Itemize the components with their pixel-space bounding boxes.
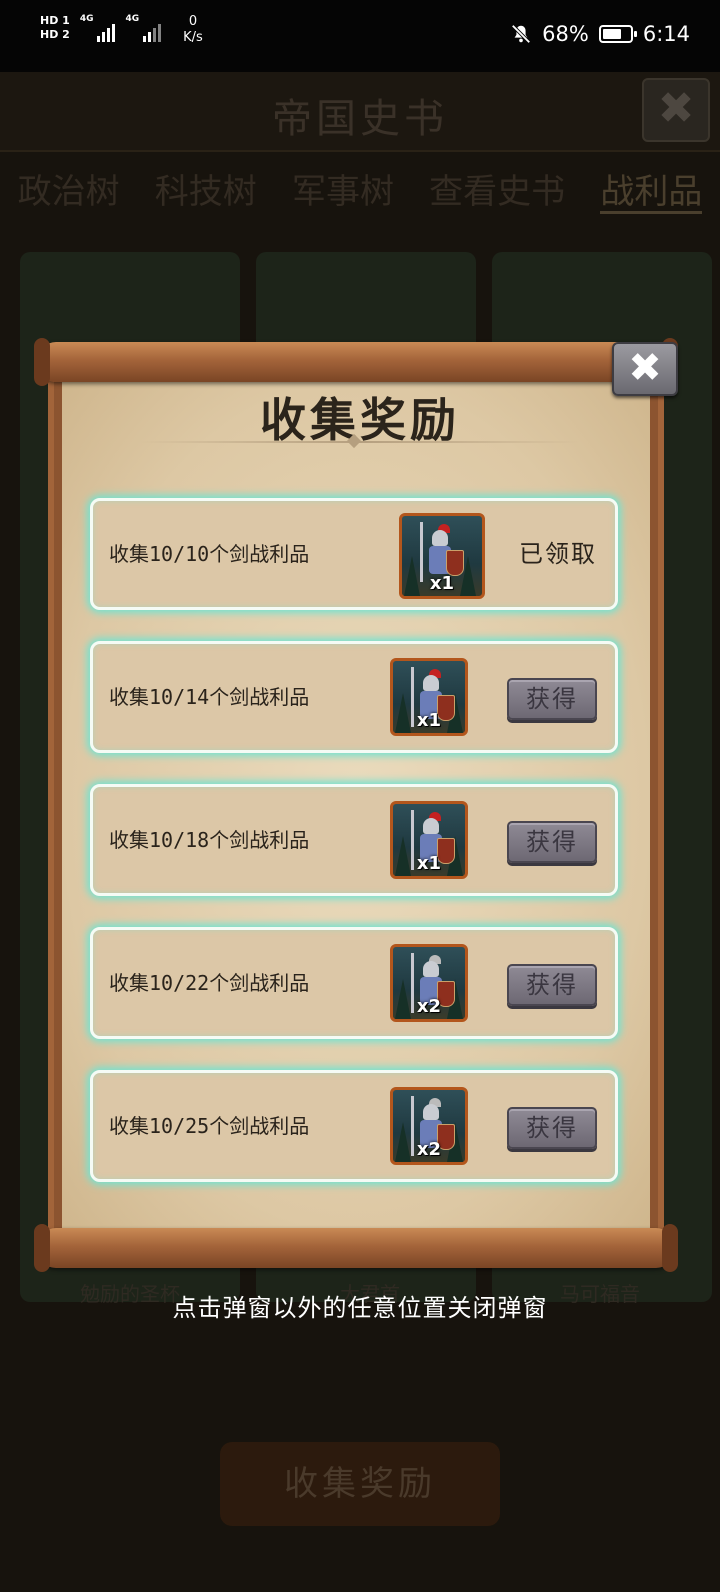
sword-knight-icon: x1 bbox=[390, 801, 468, 879]
reward-condition: 收集10/22个剑战利品 bbox=[109, 971, 310, 995]
battery-percent: 68% bbox=[542, 22, 589, 46]
background-title: 帝国史书 bbox=[272, 96, 448, 142]
reward-row: 收集10/22个剑战利品 x2 获得 bbox=[90, 927, 618, 1039]
status-right: 68% 6:14 bbox=[510, 22, 690, 46]
battery-icon bbox=[598, 25, 637, 43]
scroll-rod-bottom bbox=[34, 1224, 678, 1272]
tab-politics[interactable]: 政治树 bbox=[18, 164, 120, 214]
battery-level-fill bbox=[602, 29, 621, 39]
mute-bell-icon bbox=[511, 24, 531, 44]
reward-condition: 收集10/14个剑战利品 bbox=[109, 685, 310, 709]
reward-quantity: x1 bbox=[416, 710, 442, 731]
claim-button[interactable]: 获得 bbox=[507, 821, 597, 863]
claimed-status: 已领取 bbox=[519, 540, 597, 568]
background-tabs: 政治树 科技树 军事树 查看史书 战利品 bbox=[0, 164, 720, 214]
reward-quantity: x2 bbox=[416, 1139, 442, 1160]
tab-history-book[interactable]: 查看史书 bbox=[429, 164, 565, 214]
claim-button[interactable]: 获得 bbox=[507, 964, 597, 1006]
reward-quantity: x1 bbox=[416, 853, 442, 874]
background-collect-button[interactable]: 收集奖励 bbox=[220, 1442, 500, 1526]
status-left: HD 1 HD 2 4G 4G 0 K/s bbox=[40, 14, 203, 46]
reward-condition: 收集10/25个剑战利品 bbox=[109, 1114, 310, 1138]
net-gen-label: 4G bbox=[79, 14, 94, 24]
net-speed-value: 0 bbox=[188, 14, 198, 29]
reward-condition: 收集10/18个剑战利品 bbox=[109, 828, 310, 852]
reward-condition: 收集10/10个剑战利品 bbox=[109, 542, 310, 566]
sword-knight-icon: x2 bbox=[390, 1087, 468, 1165]
tab-technology[interactable]: 科技树 bbox=[155, 164, 257, 214]
reward-row: 收集10/10个剑战利品 x1 已领取 bbox=[90, 498, 618, 610]
net-speed-unit: K/s bbox=[183, 30, 203, 45]
sword-knight-icon: x1 bbox=[399, 513, 485, 599]
reward-quantity: x1 bbox=[429, 573, 455, 594]
sword-knight-icon: x2 bbox=[390, 944, 468, 1022]
network-speed: 0 K/s bbox=[183, 14, 203, 46]
tab-military[interactable]: 军事树 bbox=[292, 164, 394, 214]
background-header: 帝国史书 ✖ bbox=[0, 72, 720, 152]
signal-icon: 4G bbox=[80, 14, 116, 42]
claim-button[interactable]: 获得 bbox=[507, 678, 597, 720]
status-bar: HD 1 HD 2 4G 4G 0 K/s 68% 6:14 bbox=[0, 0, 720, 72]
reward-row: 收集10/18个剑战利品 x1 获得 bbox=[90, 784, 618, 896]
net-gen-label: 4G bbox=[125, 14, 140, 24]
reward-row: 收集10/14个剑战利品 x1 获得 bbox=[90, 641, 618, 753]
signal-icon: 4G bbox=[125, 14, 162, 42]
tab-trophies[interactable]: 战利品 bbox=[600, 164, 703, 214]
sword-knight-icon: x1 bbox=[390, 658, 468, 736]
sim2-label: HD 2 bbox=[40, 28, 70, 41]
background-close-button[interactable]: ✖ bbox=[642, 78, 710, 142]
reward-row: 收集10/25个剑战利品 x2 获得 bbox=[90, 1070, 618, 1182]
sim1-label: HD 1 bbox=[40, 14, 70, 27]
claim-button[interactable]: 获得 bbox=[507, 1107, 597, 1149]
clock: 6:14 bbox=[642, 22, 690, 46]
dismiss-hint: 点击弹窗以外的任意位置关闭弹窗 bbox=[172, 1294, 548, 1322]
sim-indicators: HD 1 HD 2 bbox=[40, 14, 70, 42]
reward-quantity: x2 bbox=[416, 996, 442, 1017]
scroll-rod-top bbox=[34, 338, 678, 386]
